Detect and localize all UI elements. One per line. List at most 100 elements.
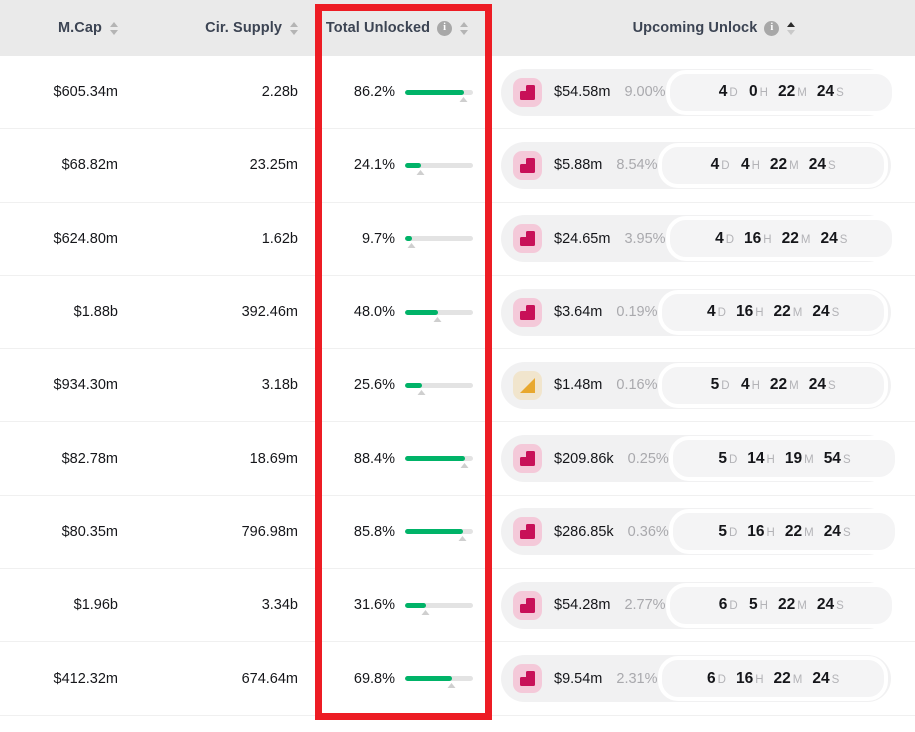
column-header-upcoming-unlock[interactable]: Upcoming Unlock i	[493, 0, 915, 56]
unlock-countdown-timer: 4 D 4 H 22 M 24 S	[657, 142, 888, 188]
table-row[interactable]: $68.82m 23.25m 24.1% $5.88m 8.54% 4 D 4 H 22 M 24 S	[0, 129, 915, 203]
countdown-seconds-unit: S	[842, 526, 851, 539]
countdown-hours-value: 4	[740, 376, 750, 394]
total-unlocked-percent: 31.6%	[353, 597, 395, 614]
cell-cir-supply: 23.25m	[249, 157, 298, 174]
countdown-minutes-value: 22	[777, 83, 796, 101]
countdown-seconds-value: 24	[812, 303, 830, 321]
countdown-days-unit: D	[717, 673, 726, 686]
cell-cir-supply: 796.98m	[241, 523, 298, 540]
upcoming-unlock-pill[interactable]: $54.58m 9.00% 4 D 0 H 22 M 24 S	[501, 68, 896, 116]
upcoming-unlock-pill[interactable]: $3.64m 0.19% 4 D 16 H 22 M 24 S	[501, 288, 891, 336]
countdown-hours-unit: H	[751, 380, 760, 393]
countdown-days-value: 4	[707, 303, 716, 321]
column-header-mcap[interactable]: M.Cap	[0, 0, 135, 56]
info-icon[interactable]: i	[437, 20, 453, 36]
table-row[interactable]: $605.34m 2.28b 86.2% $54.58m 9.00% 4 D 0 H 22 M 24 S	[0, 56, 915, 130]
countdown-seconds-value: 24	[808, 376, 827, 394]
countdown-days-value: 4	[710, 156, 720, 174]
countdown-seconds-unit: S	[836, 87, 844, 100]
countdown-days: 4D	[717, 83, 738, 101]
countdown-minutes-unit: M	[800, 233, 811, 246]
token-unlocks-table: M.Cap Cir. Supply Total Unlocked i Upcom…	[0, 0, 915, 716]
unlock-countdown-timer: 4 D 16 H 22 M 24 S	[657, 289, 888, 335]
upcoming-unlock-pill[interactable]: $5.88m 8.54% 4 D 4 H 22 M 24 S	[501, 141, 891, 189]
progress-fill	[405, 602, 427, 608]
unlock-amount: $3.64m	[554, 304, 603, 321]
total-unlocked-progress	[405, 456, 473, 469]
total-unlocked-progress	[405, 602, 473, 615]
countdown-minutes-unit: M	[789, 160, 799, 173]
unlock-countdown-timer: 5 D 14 H 19 M 54 S	[668, 436, 899, 482]
table-row[interactable]: $80.35m 796.98m 85.8% $286.85k 0.36% 5 D 16 H 22 M…	[0, 495, 915, 570]
upcoming-unlock-pill[interactable]: $54.28m 2.77% 6 D 5 H 22 M 24 S	[501, 581, 896, 629]
table-row[interactable]: $82.78m 18.69m 88.4% $209.86k 0.25% 5 D 14 H 19 M 5…	[0, 422, 915, 496]
cell-upcoming-unlock: $209.86k 0.25% 5 D 14 H 19 M 54 S	[493, 422, 915, 494]
total-unlocked-percent: 48.0%	[353, 304, 395, 321]
countdown-days-unit: D	[728, 453, 738, 466]
countdown-minutes-value: 22	[773, 669, 791, 687]
countdown-seconds: 24 S	[812, 303, 839, 321]
info-icon[interactable]: i	[764, 20, 780, 36]
countdown-days-value: 4	[715, 229, 724, 247]
table-row[interactable]: $624.80m 1.62b 9.7% $24.65m 3.95% 4 D 16 H 22 M 24 S	[0, 202, 915, 276]
total-unlocked-progress	[405, 236, 473, 249]
countdown-days: 4D	[706, 303, 726, 321]
countdown-minutes-unit: M	[792, 307, 803, 320]
table-row[interactable]: $412.32m 674.64m 69.8% $9.54m 2.31% 6 D 16 H 22 M 2…	[0, 642, 915, 716]
table-row[interactable]: $1.96b 3.34b 31.6% $54.28m 2.77% 6 D 5 H 22 M 24 S	[0, 569, 915, 643]
column-header-total-unlocked[interactable]: Total Unlocked i	[315, 0, 493, 56]
cell-upcoming-unlock: $3.64m 0.19% 4 D 16 H 22 M 24 S	[493, 276, 915, 348]
unlock-countdown-timer: 4 D 16 H 22 M 24 S	[665, 216, 896, 262]
countdown-hours-unit: H	[751, 160, 760, 173]
countdown-hours: 16 H	[744, 230, 772, 248]
upcoming-unlock-pill[interactable]: $286.85k 0.36% 5 D 16 H 22 M 24 S	[501, 508, 899, 556]
upcoming-unlock-pill[interactable]: $9.54m 2.31% 6 D 16 H 22 M 24 S	[501, 655, 891, 703]
countdown-days: 5D	[717, 450, 737, 468]
cliff-unlock-icon	[513, 77, 542, 107]
progress-marker-icon	[433, 316, 442, 322]
countdown-seconds-value: 24	[823, 522, 841, 540]
total-unlocked-progress	[405, 676, 473, 689]
table-row[interactable]: $934.30m 3.18b 25.6% $1.48m 0.16% 5 D 4 H 22 M 24 S	[0, 349, 915, 423]
countdown-seconds-unit: S	[831, 307, 840, 320]
cell-total-unlocked: 69.8%	[315, 642, 493, 714]
unlock-amount: $54.58m	[554, 84, 611, 101]
cliff-unlock-icon	[513, 590, 542, 620]
upcoming-unlock-pill[interactable]: $24.65m 3.95% 4 D 16 H 22 M 24 S	[501, 215, 896, 263]
sort-toggle-upcoming-unlock-icon[interactable]	[787, 21, 796, 35]
countdown-hours: 5H	[748, 596, 768, 614]
cell-upcoming-unlock: $5.88m 8.54% 4 D 4 H 22 M 24 S	[493, 129, 915, 201]
countdown-seconds-value: 24	[812, 669, 830, 687]
countdown-hours-value: 0	[749, 83, 758, 101]
countdown-hours: 16 H	[747, 523, 775, 541]
upcoming-unlock-pill[interactable]: $1.48m 0.16% 5 D 4 H 22 M 24 S	[501, 361, 891, 409]
unlock-countdown-timer: 6 D 16 H 22 M 24 S	[657, 656, 888, 702]
sort-toggle-total-unlocked-icon[interactable]	[460, 21, 469, 35]
total-unlocked-progress	[405, 382, 473, 395]
countdown-hours-unit: H	[766, 453, 775, 466]
table-row[interactable]: $1.88b 392.46m 48.0% $3.64m 0.19% 4 D 16 H 22 M 24 S	[0, 275, 915, 350]
countdown-days-value: 6	[718, 596, 728, 614]
countdown-days: 5D	[717, 523, 737, 541]
cell-upcoming-unlock: $286.85k 0.36% 5 D 16 H 22 M 24 S	[493, 496, 915, 568]
countdown-minutes: 22 M	[770, 376, 799, 394]
column-header-cir-supply-label: Cir. Supply	[205, 20, 282, 36]
cell-total-unlocked: 31.6%	[315, 569, 493, 641]
cell-upcoming-unlock: $24.65m 3.95% 4 D 16 H 22 M 24 S	[493, 203, 915, 275]
upcoming-unlock-pill[interactable]: $209.86k 0.25% 5 D 14 H 19 M 54 S	[501, 435, 899, 483]
progress-fill	[405, 89, 464, 95]
countdown-minutes-unit: M	[804, 526, 814, 539]
unlock-share-percent: 2.31%	[616, 670, 658, 687]
total-unlocked-progress	[405, 162, 473, 175]
total-unlocked-progress	[405, 309, 473, 322]
column-header-cir-supply[interactable]: Cir. Supply	[135, 0, 315, 56]
countdown-hours: 16 H	[736, 670, 764, 688]
sort-toggle-cir-supply-icon[interactable]	[290, 21, 298, 35]
cliff-unlock-icon	[513, 517, 542, 547]
cliff-unlock-icon	[513, 224, 542, 254]
sort-toggle-mcap-icon[interactable]	[110, 21, 118, 35]
countdown-days: 6D	[717, 596, 738, 614]
countdown-days-unit: D	[729, 87, 738, 100]
progress-track	[405, 382, 473, 388]
